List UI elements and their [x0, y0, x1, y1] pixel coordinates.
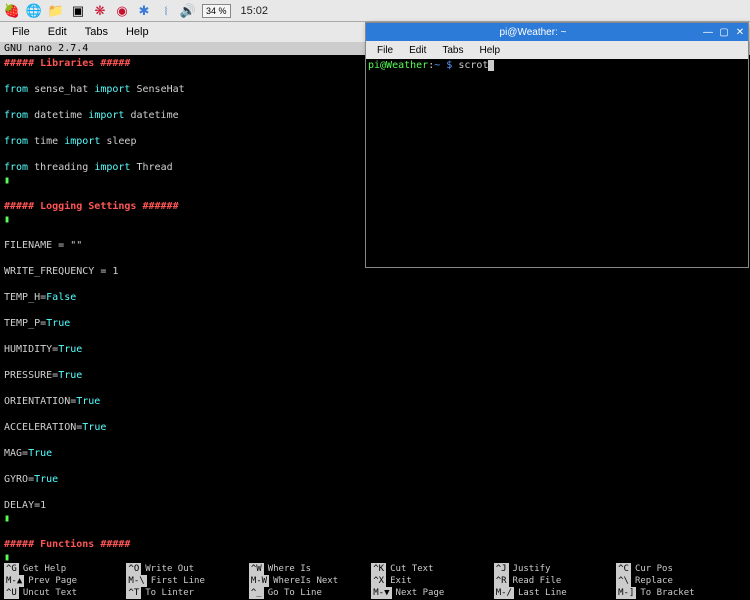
nano-shortcut[interactable]: M-\First Line — [126, 575, 248, 587]
volume-icon[interactable]: 🔊 — [180, 3, 196, 19]
nano-shortcut[interactable]: ^OWrite Out — [126, 563, 248, 575]
section-functions: ##### Functions ##### — [4, 539, 130, 550]
terminal-command: scrot — [458, 60, 488, 71]
web-icon[interactable]: 🌐 — [26, 3, 42, 19]
battery-indicator[interactable]: 34 % — [202, 4, 231, 18]
close-button[interactable]: ✕ — [733, 25, 747, 39]
nano-shortcut[interactable]: M-▲Prev Page — [4, 575, 126, 587]
bluetooth-icon[interactable]: ✱ — [136, 3, 152, 19]
menu-file[interactable]: File — [4, 24, 38, 40]
nano-shortcut[interactable]: M-]To Bracket — [616, 587, 738, 599]
term-menu-tabs[interactable]: Tabs — [435, 43, 470, 58]
nano-shortcut[interactable]: ^XExit — [371, 575, 493, 587]
nano-shortcut[interactable]: ^CCur Pos — [616, 563, 738, 575]
nano-shortcut[interactable]: ^JJustify — [494, 563, 616, 575]
prompt-path: ~ $ — [434, 60, 458, 71]
menu-edit[interactable]: Edit — [40, 24, 75, 40]
nano-shortcut[interactable]: ^UUncut Text — [4, 587, 126, 599]
nano-shortcut[interactable]: ^_Go To Line — [249, 587, 371, 599]
nano-footer: ^GGet Help ^OWrite Out ^WWhere Is ^KCut … — [0, 561, 750, 600]
term-menu-help[interactable]: Help — [472, 43, 507, 58]
terminal-titlebar[interactable]: pi@Weather: ~ — ▢ ✕ — [366, 23, 748, 41]
maximize-button[interactable]: ▢ — [717, 25, 731, 39]
nano-shortcut[interactable]: ^KCut Text — [371, 563, 493, 575]
nano-shortcut[interactable]: ^\Replace — [616, 575, 738, 587]
section-libraries: ##### Libraries ##### — [4, 58, 130, 69]
terminal-window: pi@Weather: ~ — ▢ ✕ File Edit Tabs Help … — [365, 22, 749, 268]
nano-shortcut[interactable]: ^GGet Help — [4, 563, 126, 575]
nano-shortcut[interactable]: M-▼Next Page — [371, 587, 493, 599]
cursor — [488, 60, 494, 71]
terminal-title: pi@Weather: ~ — [366, 27, 700, 38]
nano-shortcut[interactable]: M-/Last Line — [494, 587, 616, 599]
menu-help[interactable]: Help — [118, 24, 157, 40]
app-2-icon[interactable]: ◉ — [114, 3, 130, 19]
terminal-icon[interactable]: ▣ — [70, 3, 86, 19]
terminal-menubar: File Edit Tabs Help — [366, 41, 748, 59]
term-menu-edit[interactable]: Edit — [402, 43, 433, 58]
clock: 15:02 — [241, 5, 269, 17]
wifi-icon[interactable]: ⧙ — [158, 3, 174, 19]
section-logging: ##### Logging Settings ###### — [4, 201, 179, 212]
menu-tabs[interactable]: Tabs — [77, 24, 116, 40]
nano-shortcut[interactable]: ^WWhere Is — [249, 563, 371, 575]
minimize-button[interactable]: — — [701, 25, 715, 39]
nano-shortcut[interactable]: ^TTo Linter — [126, 587, 248, 599]
nano-shortcut[interactable]: ^RRead File — [494, 575, 616, 587]
files-icon[interactable]: 📁 — [48, 3, 64, 19]
terminal-body[interactable]: pi@Weather:~ $ scrot — [366, 59, 748, 267]
prompt-user: pi@Weather — [368, 60, 428, 71]
menu-icon[interactable]: 🍓 — [4, 3, 20, 19]
nano-shortcut[interactable]: M-WWhereIs Next — [249, 575, 371, 587]
taskbar: 🍓 🌐 📁 ▣ ❋ ◉ ✱ ⧙ 🔊 34 % 15:02 — [0, 0, 750, 22]
term-menu-file[interactable]: File — [370, 43, 400, 58]
nano-version: GNU nano 2.7.4 — [4, 42, 88, 55]
app-1-icon[interactable]: ❋ — [92, 3, 108, 19]
